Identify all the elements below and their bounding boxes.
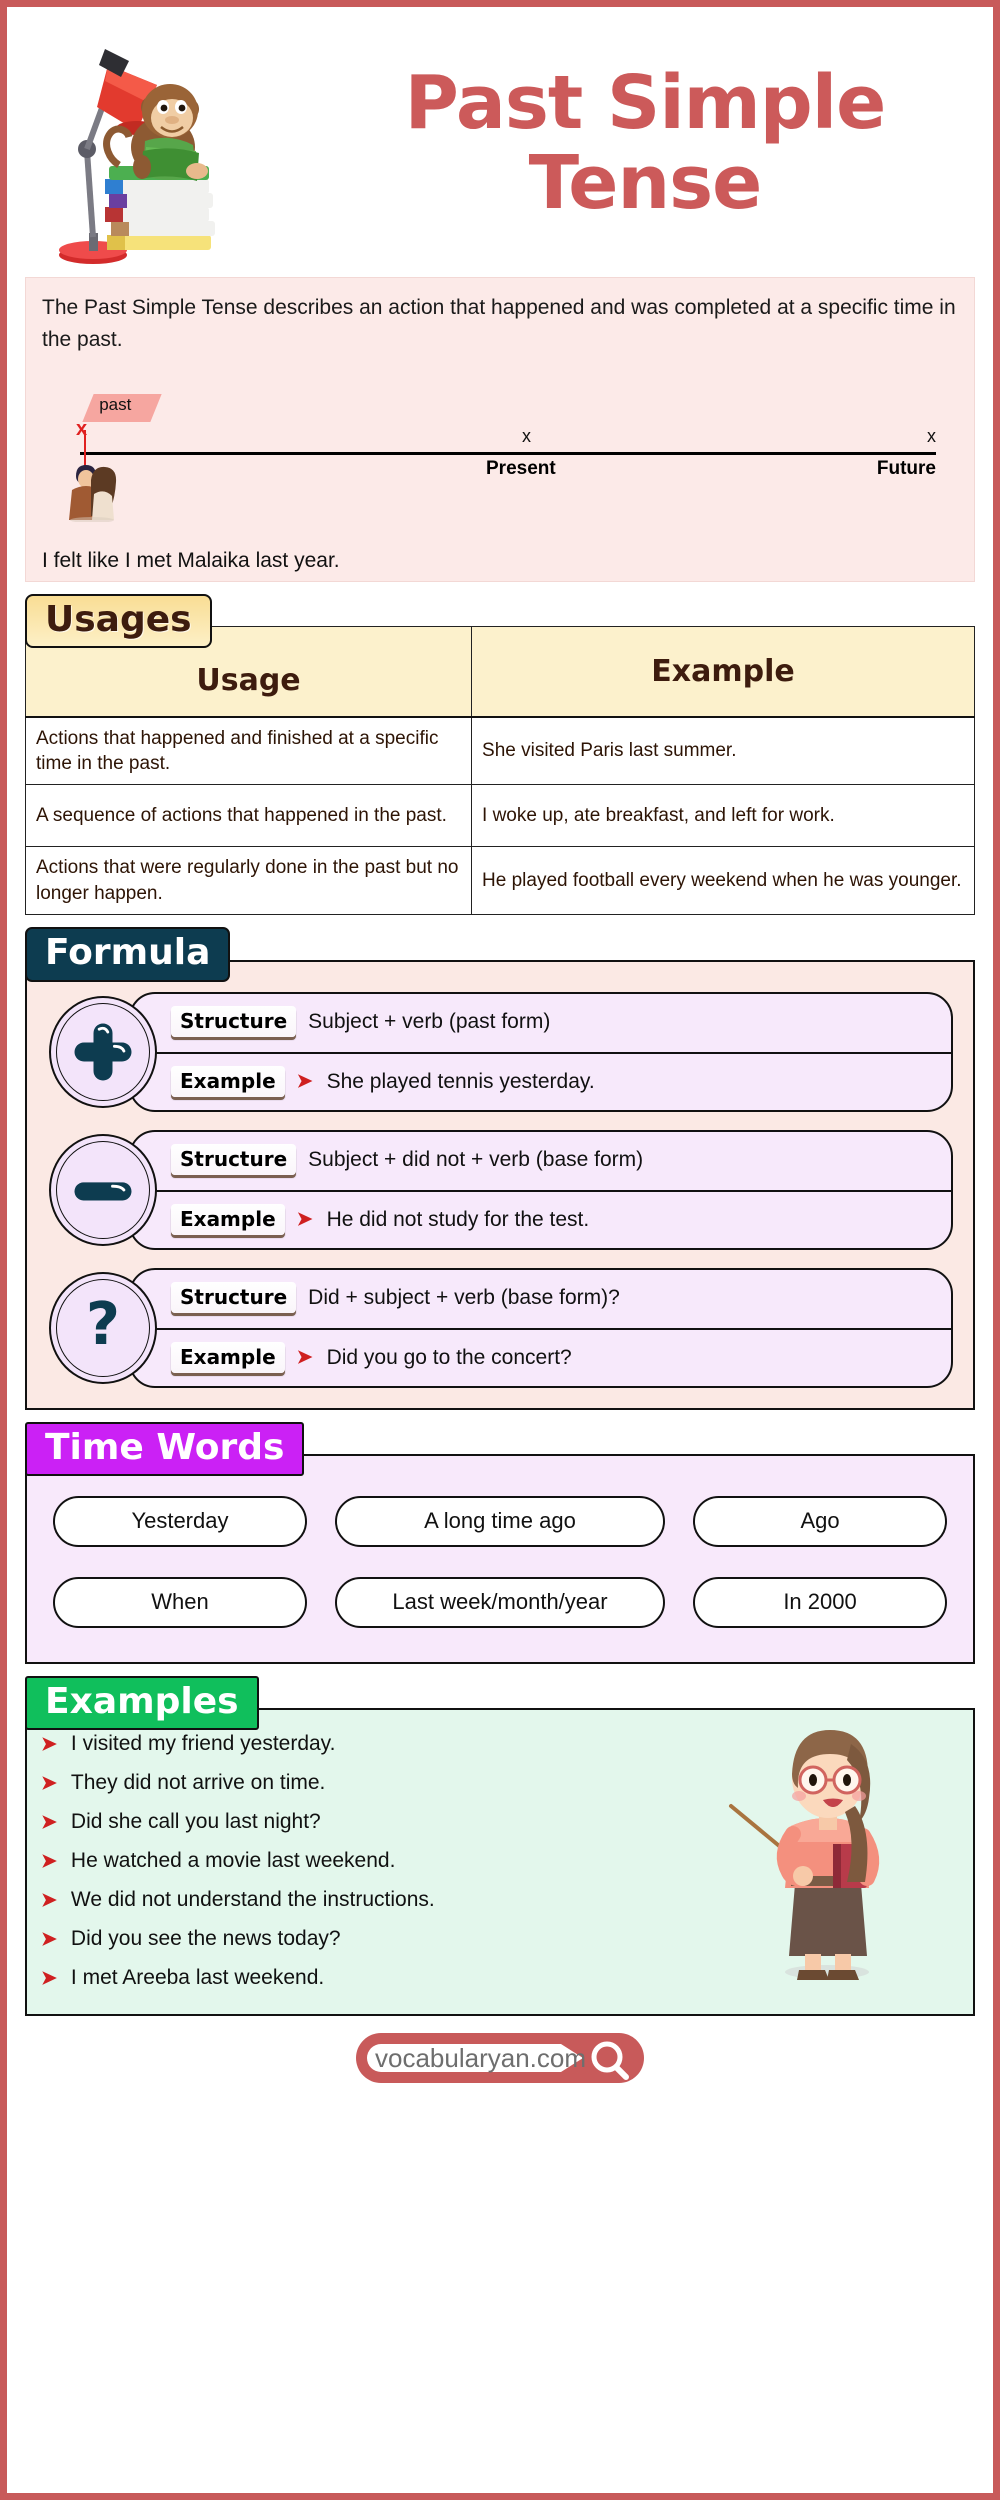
time-words-section: Time Words Yesterday A long time ago Ago… [25,1421,975,1664]
arrow-bullet-icon: ➤ [41,1851,57,1873]
time-word-pill: Ago [693,1495,947,1547]
timeline-past-flag: past [82,393,162,422]
site-logo[interactable]: vocabularyan.com [355,2032,645,2084]
example-chip: Example [171,1342,285,1374]
question-mark-icon: ? [49,1271,157,1384]
arrow-bullet-icon: ➤ [41,1773,57,1795]
arrow-bullet-icon: ➤ [41,1734,57,1756]
formula-row-negative: Structure Subject + did not + verb (base… [41,1129,959,1250]
examples-tab-label: Examples [25,1675,259,1731]
arrow-bullet-icon: ➤ [41,1812,57,1834]
time-word-pill: In 2000 [693,1576,947,1628]
definition-box: The Past Simple Tense describes an actio… [25,277,975,582]
timeline-axis [80,451,936,455]
table-row: Actions that happened and finished at a … [24,715,975,786]
table-row: Actions that were regularly done in the … [24,846,975,916]
arrow-bullet-icon: ➤ [296,1209,313,1231]
example-cell: I woke up, ate breakfast, and left for w… [471,784,975,848]
usages-table: Usage Example Actions that happened and … [24,626,975,916]
examples-section: Examples ➤ I visited my friend yesterday… [25,1675,975,2017]
formula-example-text: Did you go to the concert? [326,1345,572,1369]
example-text: They did not arrive on time. [70,1771,326,1795]
page-title: Past Simple Tense [317,15,973,273]
formula-tab-label: Formula [25,927,231,982]
formula-structure-text: Subject + verb (past form) [308,1009,551,1033]
timeline-past-label: past [99,394,132,414]
formula-structure-text: Did + subject + verb (base form)? [308,1285,620,1309]
couple-embracing-icon [64,460,120,523]
examples-list: ➤ I visited my friend yesterday. ➤ They … [41,1732,701,1990]
example-cell: He played football every weekend when he… [471,846,975,916]
usage-cell: Actions that happened and finished at a … [24,715,473,786]
example-text: Did she call you last night? [70,1810,321,1834]
example-chip: Example [171,1066,285,1098]
timeline-present-marker: x [522,425,531,446]
usages-tab-label: Usages [25,594,212,649]
arrow-bullet-icon: ➤ [41,1890,57,1912]
header: Past Simple Tense [17,15,983,277]
teacher-with-pointer-stick-icon [723,1716,913,1982]
example-text: He watched a movie last weekend. [70,1849,396,1873]
example-text: Did you see the news today? [70,1927,341,1951]
time-word-pill: When [53,1576,307,1628]
site-name: vocabularyan.com [375,2043,586,2074]
list-item: ➤ Did you see the news today? [41,1927,701,1951]
page-title-line-1: Past Simple [404,60,887,147]
formula-row-interrogative: ? Structure Did + subject + verb (base f… [41,1267,959,1388]
example-cell: She visited Paris last summer. [471,715,975,786]
time-word-pill: Yesterday [53,1495,307,1547]
formula-section: Formula Structure Subject + verb (past f… [25,927,975,1410]
timeline-present-label: Present [486,457,556,479]
column-header-example: Example [471,626,975,718]
list-item: ➤ We did not understand the instructions… [41,1888,701,1912]
monkey-reading-on-books-with-desk-lamp-icon [45,19,255,269]
example-chip: Example [171,1204,285,1236]
arrow-bullet-icon: ➤ [41,1968,57,1990]
list-item: ➤ Did she call you last night? [41,1810,701,1834]
list-item: ➤ They did not arrive on time. [41,1771,701,1795]
timeline-future-label: Future [876,457,936,479]
time-word-pill: Last week/month/year [334,1576,666,1628]
list-item: ➤ I visited my friend yesterday. [41,1732,701,1756]
formula-row-affirmative: Structure Subject + verb (past form) Exa… [41,991,959,1112]
definition-example: I felt like I met Malaika last year. [42,549,340,572]
definition-text: The Past Simple Tense describes an actio… [42,296,956,351]
page-title-line-2: Tense [528,140,763,226]
minus-icon [49,1133,157,1246]
infographic-page: Past Simple Tense The Past Simple Tense … [0,0,1000,2500]
example-text: I visited my friend yesterday. [70,1732,336,1756]
usage-cell: Actions that were regularly done in the … [24,846,473,916]
structure-chip: Structure [171,1006,297,1038]
formula-example-text: She played tennis yesterday. [326,1069,595,1093]
example-text: We did not understand the instructions. [70,1888,435,1912]
list-item: ➤ I met Areeba last weekend. [41,1966,701,1990]
time-words-tab-label: Time Words [25,1421,305,1476]
table-row: A sequence of actions that happened in t… [24,784,975,848]
formula-example-text: He did not study for the test. [326,1207,590,1231]
timeline-future-marker: x [927,425,936,446]
usage-cell: A sequence of actions that happened in t… [24,784,473,848]
structure-chip: Structure [171,1282,297,1314]
time-word-pill: A long time ago [334,1495,666,1547]
plus-icon [49,995,157,1108]
footer: vocabularyan.com [17,2016,983,2090]
arrow-bullet-icon: ➤ [41,1929,57,1951]
usages-section: Usages Usage Example Actions that happen… [24,594,975,916]
timeline-diagram: past x x Present x Future [42,393,958,523]
example-text: I met Areeba last weekend. [70,1966,325,1990]
list-item: ➤ He watched a movie last weekend. [41,1849,701,1873]
arrow-bullet-icon: ➤ [296,1347,313,1369]
structure-chip: Structure [171,1144,297,1176]
formula-structure-text: Subject + did not + verb (base form) [308,1147,644,1171]
arrow-bullet-icon: ➤ [296,1071,313,1093]
